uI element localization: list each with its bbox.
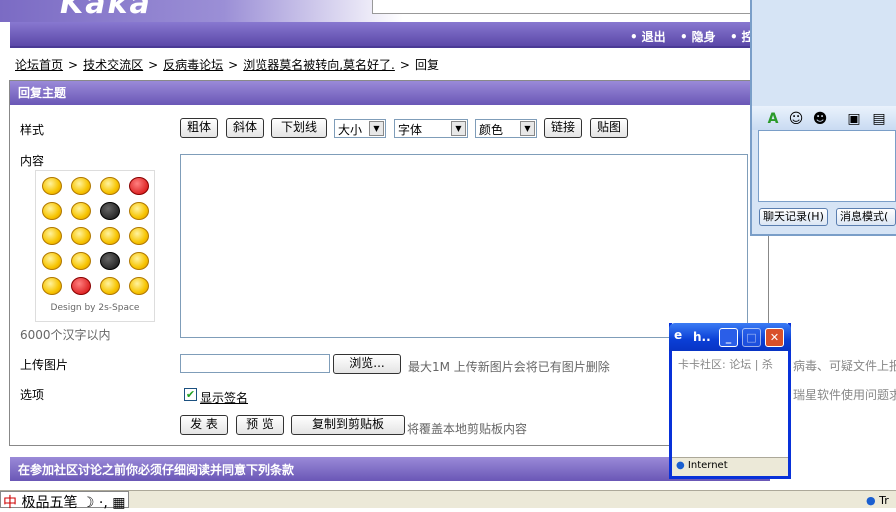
- ime-moon-icon[interactable]: ☽: [82, 495, 95, 511]
- breadcrumb-tech[interactable]: 技术交流区: [83, 58, 143, 72]
- emoji-icon[interactable]: [100, 277, 120, 295]
- content-textarea[interactable]: [180, 154, 748, 338]
- font-icon[interactable]: A: [764, 110, 782, 128]
- emoji-icon[interactable]: [100, 177, 120, 195]
- breadcrumb: 论坛首页 > 技术交流区 > 反病毒论坛 > 浏览器莫名被转向,莫名好了. > 回复: [15, 58, 439, 72]
- emoji-icon[interactable]: [42, 252, 62, 270]
- upload-path-input[interactable]: [180, 354, 330, 373]
- emoji-icon[interactable]: [100, 252, 120, 270]
- chevron-down-icon: ▼: [451, 121, 466, 136]
- style-label: 样式: [20, 123, 45, 137]
- wink-icon[interactable]: ☻: [811, 110, 829, 128]
- terms-header: 在参加社区讨论之前你必须仔细阅读并同意下列条款: [10, 457, 770, 481]
- emoji-icon[interactable]: [42, 277, 62, 295]
- site-logo: Kaka: [60, 0, 152, 21]
- minimize-icon[interactable]: _: [719, 328, 738, 347]
- emoji-icon[interactable]: [100, 227, 120, 245]
- chat-history-button[interactable]: 聊天记录(H): [759, 208, 828, 226]
- copy-clipboard-button[interactable]: 复制到剪贴板: [291, 415, 405, 435]
- preview-button[interactable]: 预 览: [236, 415, 284, 435]
- emoji-icon[interactable]: [42, 202, 62, 220]
- chevron-down-icon: ▼: [520, 121, 535, 136]
- emoji-icon[interactable]: [42, 227, 62, 245]
- breadcrumb-antivirus[interactable]: 反病毒论坛: [163, 58, 223, 72]
- emoji-icon[interactable]: [71, 202, 91, 220]
- close-icon[interactable]: ✕: [765, 328, 784, 347]
- taskbar: [0, 490, 896, 508]
- tray-area[interactable]: ● Tr: [866, 494, 889, 507]
- options-label: 选项: [20, 388, 45, 402]
- globe-icon: ●: [676, 460, 685, 471]
- emoji-icon[interactable]: [71, 177, 91, 195]
- breadcrumb-topic[interactable]: 浏览器莫名被转向,莫名好了.: [243, 58, 395, 72]
- right-link-help[interactable]: 瑞星软件使用问题求: [793, 386, 896, 403]
- emoji-icon[interactable]: [129, 277, 149, 295]
- maximize-icon[interactable]: □: [742, 328, 761, 347]
- right-link-report[interactable]: 病毒、可疑文件上报: [793, 357, 896, 374]
- emoji-icon[interactable]: [129, 252, 149, 270]
- link-button[interactable]: 链接: [544, 118, 582, 138]
- submit-button[interactable]: 发 表: [180, 415, 228, 435]
- show-signature-label[interactable]: 显示签名: [200, 389, 248, 406]
- show-signature-checkbox[interactable]: ✔: [184, 388, 197, 401]
- breadcrumb-current: 回复: [414, 58, 439, 72]
- copy-hint: 将覆盖本地剪贴板内容: [407, 422, 528, 436]
- emoji-icon[interactable]: [71, 252, 91, 270]
- emoji-icon[interactable]: [42, 177, 62, 195]
- banner-ad-box: [372, 0, 752, 14]
- font-select[interactable]: 字体 ▼: [394, 119, 468, 138]
- ie-popup-title: h..: [693, 330, 711, 344]
- send-file-icon[interactable]: ▣: [845, 110, 863, 128]
- ime-keyboard-icon[interactable]: ▦: [112, 495, 125, 511]
- emoji-icon[interactable]: [100, 202, 120, 220]
- nav-invisible-link[interactable]: 隐身: [680, 28, 716, 45]
- nav-logout-link[interactable]: 退出: [630, 28, 666, 45]
- char-limit-text: 6000个汉字以内: [20, 328, 111, 342]
- emoji-icon[interactable]: [71, 277, 91, 295]
- browse-button[interactable]: 浏览...: [333, 354, 401, 374]
- emoji-icon[interactable]: [129, 202, 149, 220]
- upload-label: 上传图片: [20, 358, 69, 372]
- tray-globe-icon: ●: [866, 494, 876, 507]
- emoji-icon[interactable]: [71, 227, 91, 245]
- ie-logo-icon: e: [674, 328, 683, 342]
- color-select[interactable]: 颜色 ▼: [475, 119, 537, 138]
- content-label: 内容: [20, 154, 45, 168]
- screenshot-icon[interactable]: ▤: [870, 110, 888, 128]
- ime-name: 极品五笔: [21, 495, 78, 511]
- ie-popup-statusbar: ● Internet: [672, 457, 788, 476]
- emoji-panel: [35, 170, 155, 322]
- italic-button[interactable]: 斜体: [226, 118, 264, 138]
- message-mode-button[interactable]: 消息模式(: [836, 208, 896, 226]
- chat-message-input[interactable]: [758, 130, 896, 202]
- emoji-icon[interactable]: [129, 177, 149, 195]
- ime-logo-icon: 中: [3, 495, 17, 511]
- breadcrumb-home[interactable]: 论坛首页: [15, 58, 63, 72]
- panel-title: 回复主题: [10, 81, 768, 105]
- smiley-icon[interactable]: ☺: [787, 110, 805, 128]
- ie-zone-label: Internet: [687, 460, 728, 471]
- chevron-down-icon: ▼: [369, 121, 384, 136]
- bold-button[interactable]: 粗体: [180, 118, 218, 138]
- underline-button[interactable]: 下划线: [271, 118, 327, 138]
- image-button[interactable]: 贴图: [590, 118, 628, 138]
- ie-popup-body: 卡卡社区: 论坛 | 杀: [678, 358, 773, 371]
- ime-punct-icon[interactable]: ·,: [99, 495, 108, 511]
- emoji-credit: Design by 2s-Space: [50, 303, 140, 313]
- size-select[interactable]: 大小 ▼: [334, 119, 386, 138]
- upload-hint: 最大1M 上传新图片会将已有图片删除: [408, 360, 610, 374]
- emoji-icon[interactable]: [129, 227, 149, 245]
- ime-toolbar[interactable]: 中 极品五笔 ☽ ·, ▦: [0, 491, 129, 511]
